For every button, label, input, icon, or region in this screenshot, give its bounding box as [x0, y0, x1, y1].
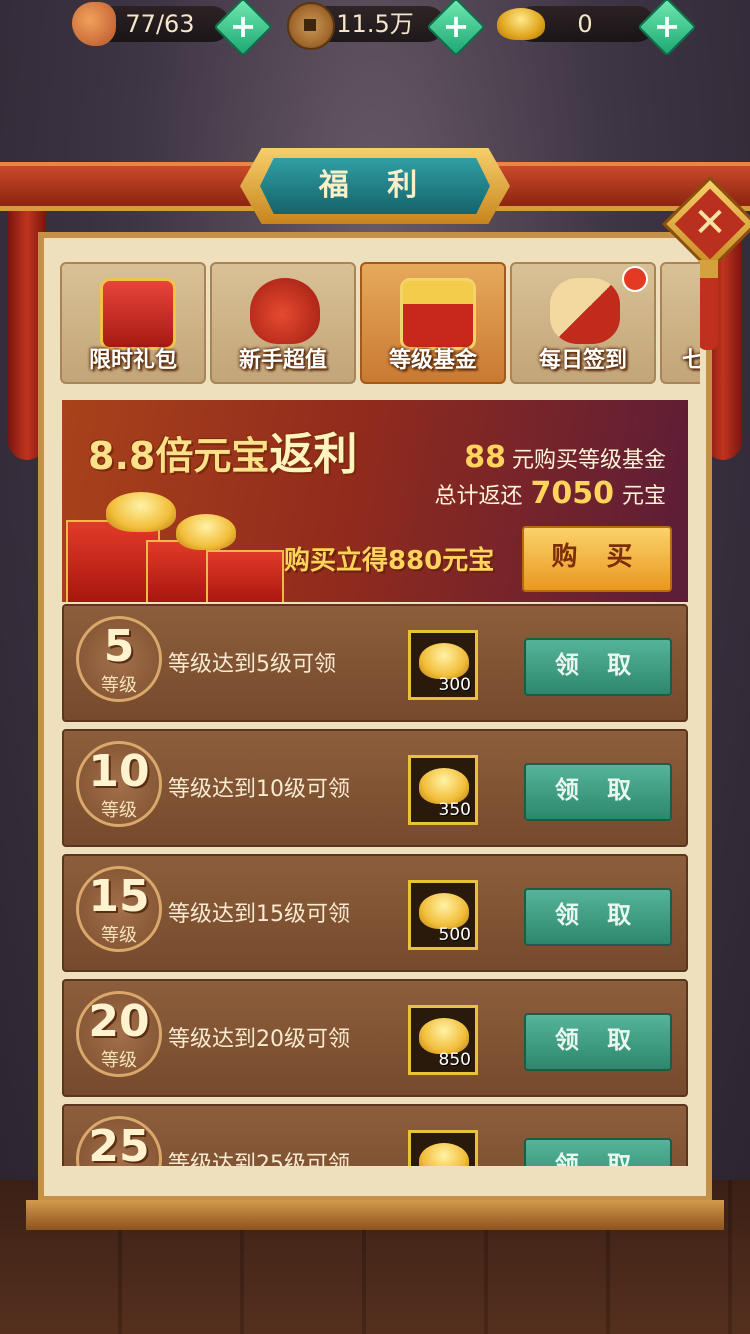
close-icon: ✕ — [693, 200, 727, 246]
level-badge: 25 等级 — [76, 1116, 162, 1166]
reward-item[interactable]: 850 — [408, 1005, 478, 1075]
level-number: 15 — [88, 871, 150, 922]
reward-amount: 300 — [438, 675, 471, 695]
buy-button[interactable]: 购 买 — [522, 526, 672, 592]
reward-description: 等级达到10级可领 — [168, 777, 350, 802]
tab-bar: 限时礼包 新手超值 等级基金 每日签到 七 — [60, 258, 700, 386]
level-fund-banner: 8.8倍元宝返利 88 元购买等级基金 总计返还 7050 元宝 购买立得880元宝 … — [62, 400, 688, 602]
seal-scroll-icon — [550, 278, 620, 344]
coin-counter: 11.5万 — [287, 2, 445, 50]
gold-ingot-icon — [419, 768, 469, 804]
stamina-value: 77/63 — [125, 10, 195, 38]
tab-label: 等级基金 — [388, 348, 477, 373]
level-unit: 等级 — [101, 800, 137, 821]
level-unit: 等级 — [101, 675, 137, 696]
gift-pile-illustration — [66, 492, 286, 602]
level-badge: 20 等级 — [76, 991, 162, 1077]
total-unit: 元宝 — [621, 484, 666, 509]
banner-headline: 8.8倍元宝返利 — [88, 418, 357, 482]
total-prefix: 总计返还 — [434, 484, 523, 509]
reward-description: 等级达到20级可领 — [168, 1027, 350, 1052]
level-number: 20 — [88, 996, 150, 1047]
level-unit: 等级 — [101, 1050, 137, 1071]
level-unit: 等级 — [101, 925, 137, 946]
list-item: 20 等级 等级达到20级可领 850 领 取 — [62, 979, 688, 1097]
ingot-counter: 0 — [497, 6, 655, 42]
reward-item[interactable] — [408, 1130, 478, 1166]
reward-amount: 500 — [438, 925, 471, 945]
reward-description: 等级达到25级可领 — [168, 1152, 350, 1166]
gift-box-icon — [100, 278, 176, 350]
title-plate: 福 利 — [240, 148, 510, 224]
resource-bar: 77/63 + 11.5万 + 0 + — [0, 0, 750, 57]
coin-value: 11.5万 — [336, 10, 414, 38]
panel-title: 福 利 — [260, 158, 490, 214]
claim-button[interactable]: 领 取 — [524, 888, 672, 946]
tab-label: 七 — [682, 348, 700, 373]
list-item: 25 等级 等级达到25级可领 领 取 — [62, 1104, 688, 1166]
reward-amount: 850 — [438, 1050, 471, 1070]
price-line: 88 元购买等级基金 — [464, 440, 666, 475]
reward-list[interactable]: 5 等级 等级达到5级可领 300 领 取 10 等级 等级达到10级可领 35… — [62, 604, 688, 1166]
headline-emphasis: 返利 — [269, 429, 358, 480]
level-badge: 5 等级 — [76, 616, 162, 702]
tab-newbie-value[interactable]: 新手超值 — [210, 262, 356, 384]
tab-label: 限时礼包 — [88, 348, 177, 373]
notification-dot — [622, 266, 648, 292]
claim-button[interactable]: 领 取 — [524, 638, 672, 696]
tab-level-fund[interactable]: 等级基金 — [360, 262, 506, 384]
tab-label: 每日签到 — [538, 348, 627, 373]
ingot-value: 0 — [577, 10, 593, 38]
price-text: 元购买等级基金 — [511, 448, 666, 473]
level-badge: 15 等级 — [76, 866, 162, 952]
reward-amount: 350 — [438, 800, 471, 820]
total-value: 7050 — [530, 476, 614, 511]
offer-text: 购买立得880元宝 — [284, 546, 495, 576]
reward-item[interactable]: 500 — [408, 880, 478, 950]
gold-ingot-icon — [419, 643, 469, 679]
claim-button[interactable]: 领 取 — [524, 763, 672, 821]
gold-ingot-icon — [419, 1143, 469, 1166]
gold-ingot-icon — [419, 893, 469, 929]
claim-button[interactable]: 领 取 — [524, 1138, 672, 1166]
claim-button[interactable]: 领 取 — [524, 1013, 672, 1071]
list-item: 10 等级 等级达到10级可领 350 领 取 — [62, 729, 688, 847]
reward-item[interactable]: 300 — [408, 630, 478, 700]
treasure-chest-icon — [400, 278, 476, 350]
tassel-decoration — [698, 260, 718, 350]
total-line: 总计返还 7050 元宝 — [434, 476, 666, 511]
reward-item[interactable]: 350 — [408, 755, 478, 825]
list-item: 5 等级 等级达到5级可领 300 领 取 — [62, 604, 688, 722]
level-badge: 10 等级 — [76, 741, 162, 827]
headline-prefix: 8.8倍元宝 — [88, 434, 270, 478]
list-item: 15 等级 等级达到15级可领 500 领 取 — [62, 854, 688, 972]
lucky-bag-icon — [250, 278, 320, 344]
price-value: 88 — [464, 440, 506, 475]
level-number: 10 — [88, 746, 150, 797]
tab-label: 新手超值 — [238, 348, 327, 373]
level-number: 25 — [88, 1121, 150, 1167]
panel-base — [26, 1200, 724, 1230]
level-number: 5 — [103, 621, 135, 672]
tab-seven[interactable]: 七 — [660, 262, 700, 384]
stamina-counter: 77/63 — [72, 2, 230, 46]
gold-ingot-icon — [419, 1018, 469, 1054]
reward-description: 等级达到5级可领 — [168, 652, 336, 677]
tab-limited-gift[interactable]: 限时礼包 — [60, 262, 206, 384]
reward-description: 等级达到15级可领 — [168, 902, 350, 927]
